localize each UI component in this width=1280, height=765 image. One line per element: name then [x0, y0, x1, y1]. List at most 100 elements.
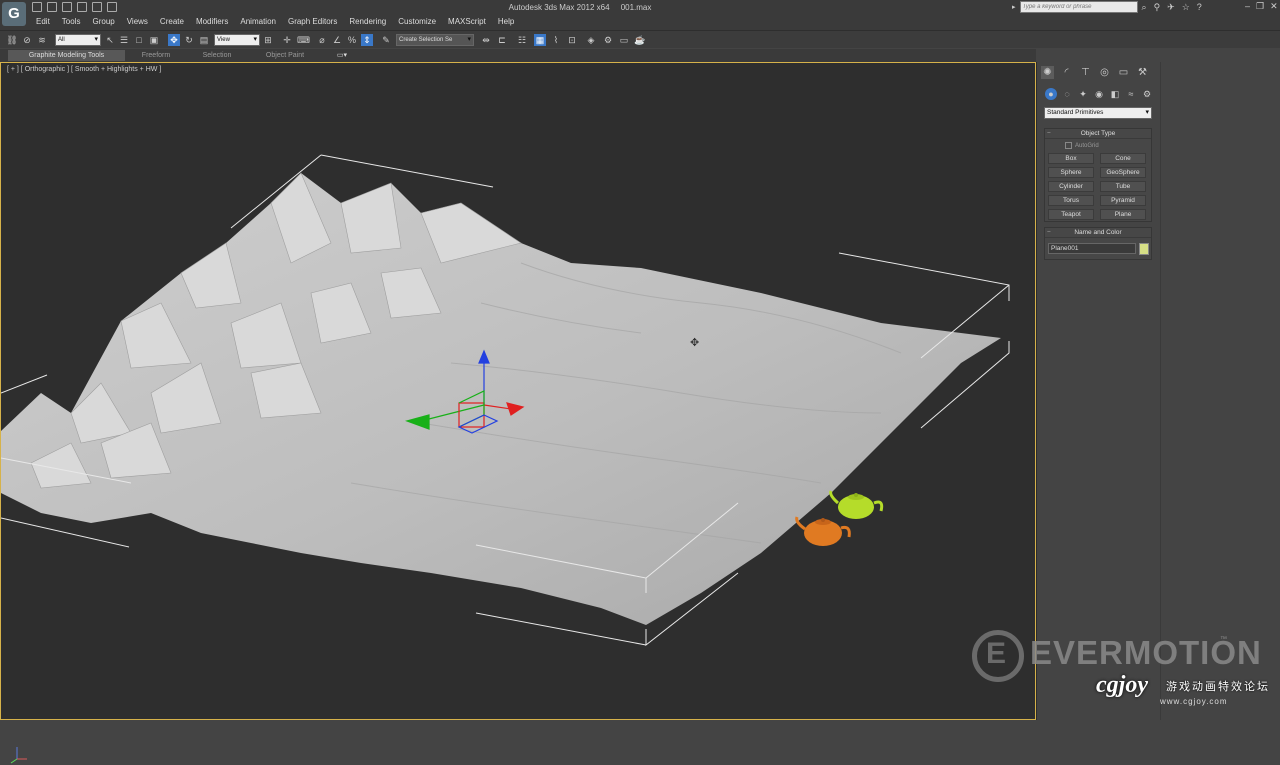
menu-rendering[interactable]: Rendering [343, 16, 392, 28]
reference-coord-select[interactable]: View [214, 34, 260, 46]
keyboard-shortcut-icon[interactable]: ⌨ [297, 34, 310, 46]
pivot-center-icon[interactable]: ⊞ [262, 34, 274, 46]
box-button[interactable]: Box [1048, 153, 1094, 164]
tab-object-paint[interactable]: Object Paint [252, 50, 318, 61]
menu-graph-editors[interactable]: Graph Editors [282, 16, 343, 28]
cameras-icon[interactable]: ◉ [1093, 88, 1105, 100]
move-icon[interactable]: ✥ [168, 34, 180, 46]
menu-group[interactable]: Group [86, 16, 120, 28]
graphite-toggle-icon[interactable]: ▦ [534, 34, 546, 46]
selection-filter-select[interactable]: All [55, 34, 101, 46]
display-tab-icon[interactable]: ▭ [1117, 66, 1130, 79]
menu-tools[interactable]: Tools [56, 16, 87, 28]
cone-button[interactable]: Cone [1100, 153, 1146, 164]
menu-create[interactable]: Create [154, 16, 190, 28]
favorites-icon[interactable]: ☆ [1182, 2, 1190, 13]
create-tab-icon[interactable]: ✺ [1041, 66, 1054, 79]
menu-views[interactable]: Views [121, 16, 154, 28]
tube-button[interactable]: Tube [1100, 181, 1146, 192]
render-setup-icon[interactable]: ⚙ [602, 34, 614, 46]
menu-modifiers[interactable]: Modifiers [190, 16, 234, 28]
menu-customize[interactable]: Customize [392, 16, 442, 28]
scale-icon[interactable]: ▤ [198, 34, 210, 46]
helpers-icon[interactable]: ◧ [1109, 88, 1121, 100]
cgjoy-logo: cgjoy [1096, 672, 1148, 698]
subscription-icon[interactable]: ⚲ [1154, 2, 1161, 13]
tab-graphite-modeling-tools[interactable]: Graphite Modeling Tools [8, 50, 125, 61]
select-object-icon[interactable]: ↖ [104, 34, 116, 46]
object-type-header[interactable]: Object Type [1045, 129, 1151, 139]
menu-animation[interactable]: Animation [234, 16, 282, 28]
render-production-icon[interactable]: ☕ [634, 34, 646, 46]
rendered-frame-icon[interactable]: ▭ [618, 34, 630, 46]
menu-help[interactable]: Help [492, 16, 520, 28]
object-name-field[interactable]: Plane001 [1048, 243, 1136, 254]
object-color-swatch[interactable] [1139, 243, 1149, 255]
cgjoy-url: www.cgjoy.com [1160, 697, 1228, 706]
rotate-icon[interactable]: ↻ [183, 34, 195, 46]
lights-icon[interactable]: ✦ [1077, 88, 1089, 100]
cylinder-button[interactable]: Cylinder [1048, 181, 1094, 192]
help-icon[interactable]: ? [1197, 2, 1202, 13]
geometry-icon[interactable]: ● [1045, 88, 1057, 100]
tab-selection[interactable]: Selection [190, 50, 244, 61]
main-toolbar: ⛓ ⊘ ≋ All ↖ ☰ □ ▣ ✥ ↻ ▤ View ⊞ ✛ ⌨ ⌀ ∠ %… [0, 30, 1280, 48]
utilities-tab-icon[interactable]: ⚒ [1136, 66, 1149, 79]
autogrid-checkbox[interactable]: AutoGrid [1065, 142, 1099, 149]
rect-selection-icon[interactable]: □ [133, 34, 145, 46]
ribbon-options-icon[interactable]: ▭▾ [332, 50, 352, 61]
communication-icon[interactable]: ✈ [1167, 2, 1175, 13]
named-selection-input[interactable]: Create Selection Se [396, 34, 474, 46]
manipulate-icon[interactable]: ✛ [281, 34, 293, 46]
layer-manager-icon[interactable]: ☷ [516, 34, 528, 46]
menu-edit[interactable]: Edit [30, 16, 56, 28]
select-link-icon[interactable]: ⛓ [6, 34, 18, 46]
bind-space-warp-icon[interactable]: ≋ [36, 34, 48, 46]
pyramid-button[interactable]: Pyramid [1100, 195, 1146, 206]
modify-tab-icon[interactable]: ◜ [1060, 66, 1073, 79]
binoculars-icon[interactable]: ⌕ [1142, 2, 1147, 13]
expand-icon[interactable]: ▸ [1012, 3, 1016, 11]
name-and-color-rollout: Name and Color Plane001 [1044, 227, 1152, 260]
systems-icon[interactable]: ⚙ [1141, 88, 1153, 100]
autogrid-label: AutoGrid [1075, 142, 1099, 149]
window-crossing-icon[interactable]: ▣ [148, 34, 160, 46]
app-title: Autodesk 3ds Max 2012 x64 [508, 3, 610, 12]
plane-button[interactable]: Plane [1100, 209, 1146, 220]
percent-snap-icon[interactable]: % [346, 34, 358, 46]
sphere-button[interactable]: Sphere [1048, 167, 1094, 178]
hierarchy-tab-icon[interactable]: ⊤ [1079, 66, 1092, 79]
space-warps-icon[interactable]: ≈ [1125, 88, 1137, 100]
motion-tab-icon[interactable]: ◎ [1098, 66, 1111, 79]
search-input[interactable] [1019, 1, 1138, 13]
tab-freeform[interactable]: Freeform [128, 50, 184, 61]
window-controls: – ❐ ✕ [1245, 1, 1278, 12]
schematic-view-icon[interactable]: ⊡ [566, 34, 578, 46]
right-panel-area [1160, 62, 1280, 720]
angle-snap-icon[interactable]: ∠ [331, 34, 343, 46]
restore-icon[interactable]: ❐ [1256, 1, 1264, 12]
menu-maxscript[interactable]: MAXScript [442, 16, 492, 28]
snaps-toggle-icon[interactable]: ⌀ [316, 34, 328, 46]
evermotion-trademark: ™ [1220, 636, 1227, 643]
shapes-icon[interactable]: ◌ [1061, 88, 1073, 100]
teapot-button[interactable]: Teapot [1048, 209, 1094, 220]
name-and-color-header[interactable]: Name and Color [1045, 228, 1151, 238]
geosphere-button[interactable]: GeoSphere [1100, 167, 1146, 178]
unlink-icon[interactable]: ⊘ [21, 34, 33, 46]
move-cursor-icon: ✥ [690, 337, 699, 349]
checkbox-box[interactable] [1065, 142, 1072, 149]
edit-named-selection-icon[interactable]: ✎ [380, 34, 392, 46]
close-icon[interactable]: ✕ [1270, 1, 1278, 12]
mirror-icon[interactable]: ⇹ [480, 34, 492, 46]
primitive-type-select[interactable]: Standard Primitives [1044, 107, 1152, 119]
select-by-name-icon[interactable]: ☰ [118, 34, 130, 46]
viewport-label[interactable]: [ + ] [ Orthographic ] [ Smooth + Highli… [7, 66, 161, 73]
torus-button[interactable]: Torus [1048, 195, 1094, 206]
minimize-icon[interactable]: – [1245, 1, 1250, 12]
material-editor-icon[interactable]: ◈ [585, 34, 597, 46]
align-icon[interactable]: ⊏ [496, 34, 508, 46]
curve-editor-icon[interactable]: ⌇ [550, 34, 562, 46]
perspective-viewport[interactable]: ✥ [ + ] [ Orthographic ] [ Smooth + High… [0, 62, 1036, 764]
spinner-snap-icon[interactable]: ⇕ [361, 34, 373, 46]
